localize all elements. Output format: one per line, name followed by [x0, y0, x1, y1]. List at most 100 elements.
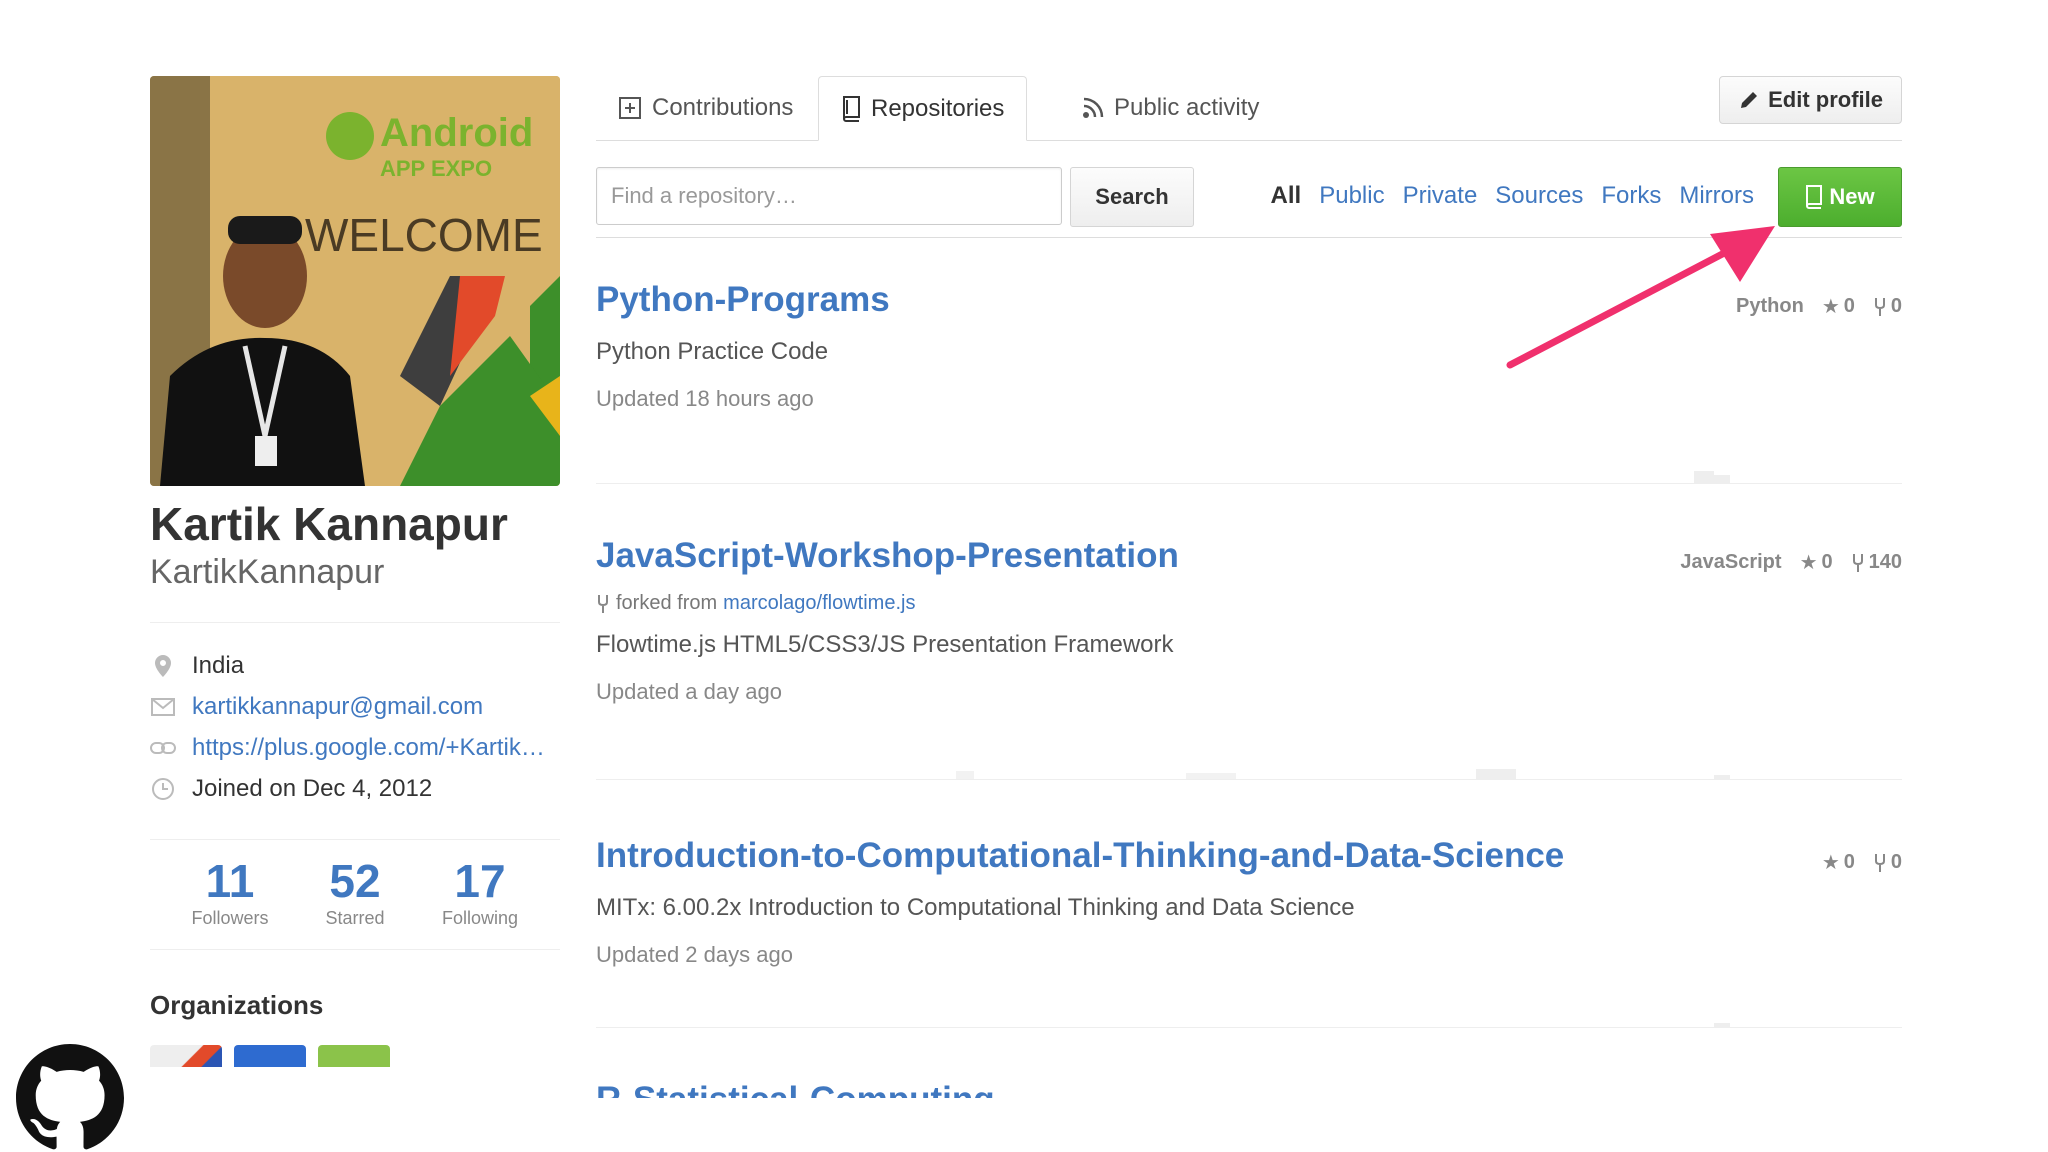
stat-followers-label: Followers	[191, 908, 269, 928]
repo-description: MITx: 6.00.2x Introduction to Computatio…	[596, 894, 1355, 921]
repo-activity-sparkline	[956, 769, 1730, 779]
sidebar-divider	[150, 622, 560, 623]
detail-location: India	[150, 645, 560, 686]
stat-following-count: 17	[454, 855, 506, 907]
forked-from-link[interactable]: marcolago/flowtime.js	[723, 592, 915, 615]
avatar[interactable]: Android APP EXPO WELCOME	[150, 76, 560, 486]
repo-forks-count: 0	[1890, 851, 1902, 873]
fork-icon	[1852, 553, 1863, 572]
avatar-welcome-text: WELCOME	[305, 209, 543, 261]
repo-updated-time: Updated 18 hours ago	[596, 386, 814, 411]
repo-stars-count: 0	[1843, 295, 1855, 317]
repo-name-link[interactable]: R-Statistical-Computing	[596, 1078, 995, 1098]
filter-all[interactable]: All	[1271, 182, 1302, 210]
new-repository-button[interactable]: New	[1778, 167, 1902, 227]
profile-full-name: Kartik Kannapur	[150, 498, 508, 550]
annotation-arrow	[1506, 226, 1775, 369]
profile-username: KartikKannapur	[150, 553, 385, 591]
stat-followers-count: 11	[205, 855, 255, 907]
stat-following-label: Following	[441, 908, 519, 928]
repo-activity-sparkline	[1694, 471, 1730, 483]
repo-activity-sparkline	[1714, 1023, 1730, 1027]
new-repository-label: New	[1829, 184, 1875, 209]
rss-icon	[1083, 97, 1104, 118]
repo-forks-count: 140	[1868, 551, 1902, 573]
stat-following[interactable]: 17 Following	[420, 854, 540, 929]
tab-contributions[interactable]: Contributions	[596, 76, 815, 140]
repo-list-item: JavaScript-Workshop-Presentation JavaScr…	[596, 484, 1902, 780]
organization-avatar[interactable]	[150, 1045, 222, 1067]
avatar-logo-subtext: APP EXPO	[380, 156, 492, 181]
organization-avatar[interactable]	[234, 1045, 306, 1067]
repo-stats: ★ 0 0	[1822, 850, 1902, 875]
tab-repositories-label: Repositories	[871, 94, 1005, 122]
mail-icon	[150, 694, 176, 720]
repo-stars-count: 0	[1843, 851, 1855, 873]
fork-icon	[598, 594, 608, 613]
location-pin-icon	[150, 653, 176, 679]
fork-icon	[1874, 297, 1885, 316]
repo-list-item: Introduction-to-Computational-Thinking-a…	[596, 780, 1902, 1028]
star-icon: ★	[1799, 552, 1818, 574]
website-link[interactable]: https://plus.google.com/+KartikKannapur	[192, 734, 560, 762]
star-icon: ★	[1821, 296, 1840, 318]
tab-contributions-label: Contributions	[652, 94, 794, 121]
tab-repositories[interactable]: Repositories	[818, 76, 1028, 141]
repo-description: Flowtime.js HTML5/CSS3/JS Presentation F…	[596, 631, 1174, 658]
repo-stats: JavaScript ★ 0 140	[1680, 550, 1902, 575]
detail-joined: Joined on Dec 4, 2012	[150, 768, 560, 809]
avatar-logo-text: Android	[380, 111, 533, 155]
sidebar-divider	[150, 949, 560, 950]
repo-name-link[interactable]: JavaScript-Workshop-Presentation	[596, 534, 1179, 578]
filter-mirrors[interactable]: Mirrors	[1679, 182, 1754, 210]
repo-forks-count: 0	[1890, 295, 1902, 317]
clock-icon	[150, 776, 176, 802]
repo-stars[interactable]: ★ 0	[1800, 550, 1833, 575]
star-icon: ★	[1821, 852, 1840, 874]
filter-forks[interactable]: Forks	[1601, 182, 1661, 210]
avatar-photo: Android APP EXPO WELCOME	[150, 76, 560, 486]
repo-type-filters: All Public Private Sources Forks Mirrors	[1271, 167, 1754, 225]
stat-starred[interactable]: 52 Starred	[295, 854, 415, 929]
repo-updated-time: Updated a day ago	[596, 679, 782, 704]
edit-profile-button[interactable]: Edit profile	[1719, 76, 1902, 124]
repo-name-link[interactable]: Python-Programs	[596, 278, 890, 322]
repo-icon	[843, 95, 860, 122]
profile-tabs: Contributions Repositories Public activi…	[596, 76, 1902, 141]
tab-public-activity-label: Public activity	[1114, 94, 1260, 121]
forked-from-line: forked from marcolago/flowtime.js	[596, 592, 1902, 615]
repo-language: JavaScript	[1680, 551, 1782, 573]
organizations-heading: Organizations	[150, 990, 324, 1020]
repo-stars[interactable]: ★ 0	[1822, 294, 1855, 319]
repo-forks[interactable]: 0	[1873, 295, 1902, 318]
filter-sources[interactable]: Sources	[1495, 182, 1583, 210]
detail-email: kartikkannapur@gmail.com	[150, 686, 560, 727]
joined-text: Joined on Dec 4, 2012	[192, 774, 433, 802]
repo-stars-count: 0	[1821, 551, 1833, 573]
organizations-list	[150, 1045, 560, 1067]
repo-forks[interactable]: 0	[1873, 851, 1902, 874]
stat-starred-count: 52	[329, 855, 381, 907]
detail-website: https://plus.google.com/+KartikKannapur	[150, 727, 560, 768]
profile-sidebar: Android APP EXPO WELCOME Kartik Kannapur…	[150, 76, 560, 1067]
tab-public-activity[interactable]: Public activity	[1060, 76, 1281, 140]
search-button[interactable]: Search	[1070, 167, 1194, 227]
repo-icon	[1806, 185, 1823, 209]
organization-avatar[interactable]	[318, 1045, 390, 1067]
forked-from-prefix: forked from	[616, 592, 718, 614]
fork-icon	[1874, 853, 1885, 872]
edit-profile-label: Edit profile	[1768, 87, 1883, 112]
filter-public[interactable]: Public	[1319, 182, 1384, 210]
repo-stars[interactable]: ★ 0	[1822, 850, 1855, 875]
github-octocat-icon	[16, 1044, 124, 1150]
filter-private[interactable]: Private	[1403, 182, 1478, 210]
profile-stats: 11 Followers 52 Starred 17 Following	[150, 854, 560, 929]
repo-search-input[interactable]	[596, 167, 1062, 225]
repo-forks[interactable]: 140	[1851, 551, 1902, 574]
plus-square-icon	[619, 97, 641, 119]
repo-list-item: R-Statistical-Computing	[596, 1028, 1902, 1098]
pencil-icon	[1741, 92, 1758, 108]
repo-name-link[interactable]: Introduction-to-Computational-Thinking-a…	[596, 834, 1564, 878]
stat-followers[interactable]: 11 Followers	[170, 854, 290, 929]
email-link[interactable]: kartikkannapur@gmail.com	[192, 693, 483, 721]
